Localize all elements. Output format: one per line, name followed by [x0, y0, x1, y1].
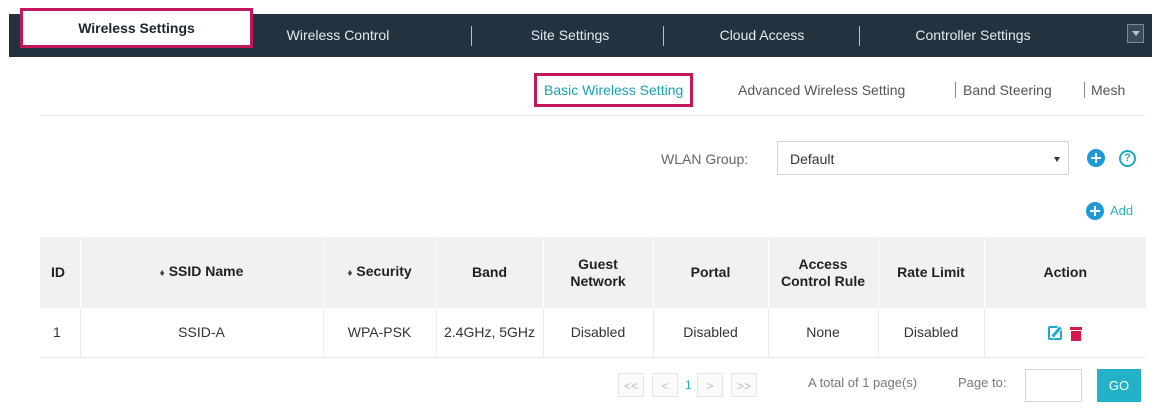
tab-controller-settings[interactable]: Controller Settings — [863, 14, 1083, 57]
tab-cloud-access[interactable]: Cloud Access — [667, 14, 857, 57]
column-header-label: SSID Name — [168, 263, 244, 279]
tab-separator — [663, 26, 664, 46]
tab-separator — [471, 26, 472, 46]
wlan-group-value: Default — [790, 151, 835, 167]
column-header-portal: Portal — [653, 237, 769, 308]
subtab-separator — [955, 82, 956, 98]
page-to-label: Page to: — [958, 375, 1007, 390]
page-number-input[interactable] — [1025, 369, 1082, 402]
column-header-guest-network: Guest Network — [543, 237, 654, 308]
sub-navigation: Basic Wireless Setting Advanced Wireless… — [0, 73, 1161, 107]
pager-current-page[interactable]: 1 — [685, 373, 692, 397]
add-ssid-button[interactable]: Add — [1110, 203, 1133, 218]
cell-action — [984, 308, 1146, 358]
subtab-mesh[interactable]: Mesh — [1091, 73, 1125, 107]
column-header-ssid-name[interactable]: ♦ SSID Name — [80, 237, 324, 308]
chevron-down-icon[interactable] — [1127, 24, 1144, 43]
add-wlan-group-icon[interactable] — [1087, 149, 1105, 167]
column-header-access-control-rule: Access Control Rule — [768, 237, 879, 308]
column-header-action: Action — [984, 237, 1146, 308]
table-header-row: ID ♦ SSID Name ♦ Security Band Guest Netwo… — [40, 237, 1146, 308]
ssid-table: ID ♦ SSID Name ♦ Security Band Guest Netwo… — [40, 237, 1146, 358]
subtab-separator — [1084, 82, 1085, 98]
pager-first-button[interactable]: << — [618, 373, 644, 397]
pager-last-button[interactable]: >> — [731, 373, 757, 397]
column-header-label: Guest Network — [570, 255, 626, 289]
edit-icon[interactable] — [1048, 326, 1063, 341]
cell-guest-network: Disabled — [543, 308, 654, 358]
subtab-advanced-wireless-setting[interactable]: Advanced Wireless Setting — [738, 73, 905, 107]
column-header-label: Access Control Rule — [781, 255, 865, 289]
tab-site-settings[interactable]: Site Settings — [475, 14, 665, 57]
tab-wireless-settings[interactable]: Wireless Settings — [20, 8, 253, 48]
go-button[interactable]: GO — [1097, 369, 1141, 402]
pager-prev-button[interactable]: < — [652, 373, 678, 397]
column-header-band: Band — [436, 237, 544, 308]
pager-total-text: A total of 1 page(s) — [808, 375, 918, 390]
subtab-band-steering[interactable]: Band Steering — [963, 73, 1052, 107]
pager-next-button[interactable]: > — [697, 373, 723, 397]
help-icon[interactable]: ? — [1119, 150, 1136, 167]
divider — [40, 115, 1145, 116]
add-ssid-icon[interactable] — [1086, 202, 1104, 220]
caret-down-icon — [1054, 157, 1060, 162]
tab-separator — [859, 26, 860, 46]
cell-id: 1 — [40, 308, 81, 358]
cell-rate-limit: Disabled — [878, 308, 985, 358]
column-header-label: Security — [356, 263, 412, 279]
table-row: 1 SSID-A WPA-PSK 2.4GHz, 5GHz Disabled D… — [40, 308, 1146, 358]
cell-portal: Disabled — [653, 308, 769, 358]
wlan-group-label: WLAN Group: — [661, 151, 749, 167]
cell-ssid-name: SSID-A — [80, 308, 324, 358]
top-navigation: Wireless Control Site Settings Cloud Acc… — [0, 0, 1161, 57]
column-header-security[interactable]: ♦ Security — [323, 237, 437, 308]
sort-icon: ♦ — [159, 268, 165, 279]
cell-access-control-rule: None — [768, 308, 879, 358]
trash-icon[interactable] — [1070, 326, 1083, 341]
sort-icon: ♦ — [347, 268, 353, 279]
wlan-group-select[interactable]: Default — [777, 141, 1069, 175]
cell-security: WPA-PSK — [323, 308, 437, 358]
cell-band: 2.4GHz, 5GHz — [436, 308, 544, 358]
tab-wireless-control[interactable]: Wireless Control — [243, 14, 433, 57]
column-header-rate-limit: Rate Limit — [878, 237, 985, 308]
subtab-basic-wireless-setting[interactable]: Basic Wireless Setting — [534, 73, 694, 107]
column-header-id: ID — [40, 237, 81, 308]
